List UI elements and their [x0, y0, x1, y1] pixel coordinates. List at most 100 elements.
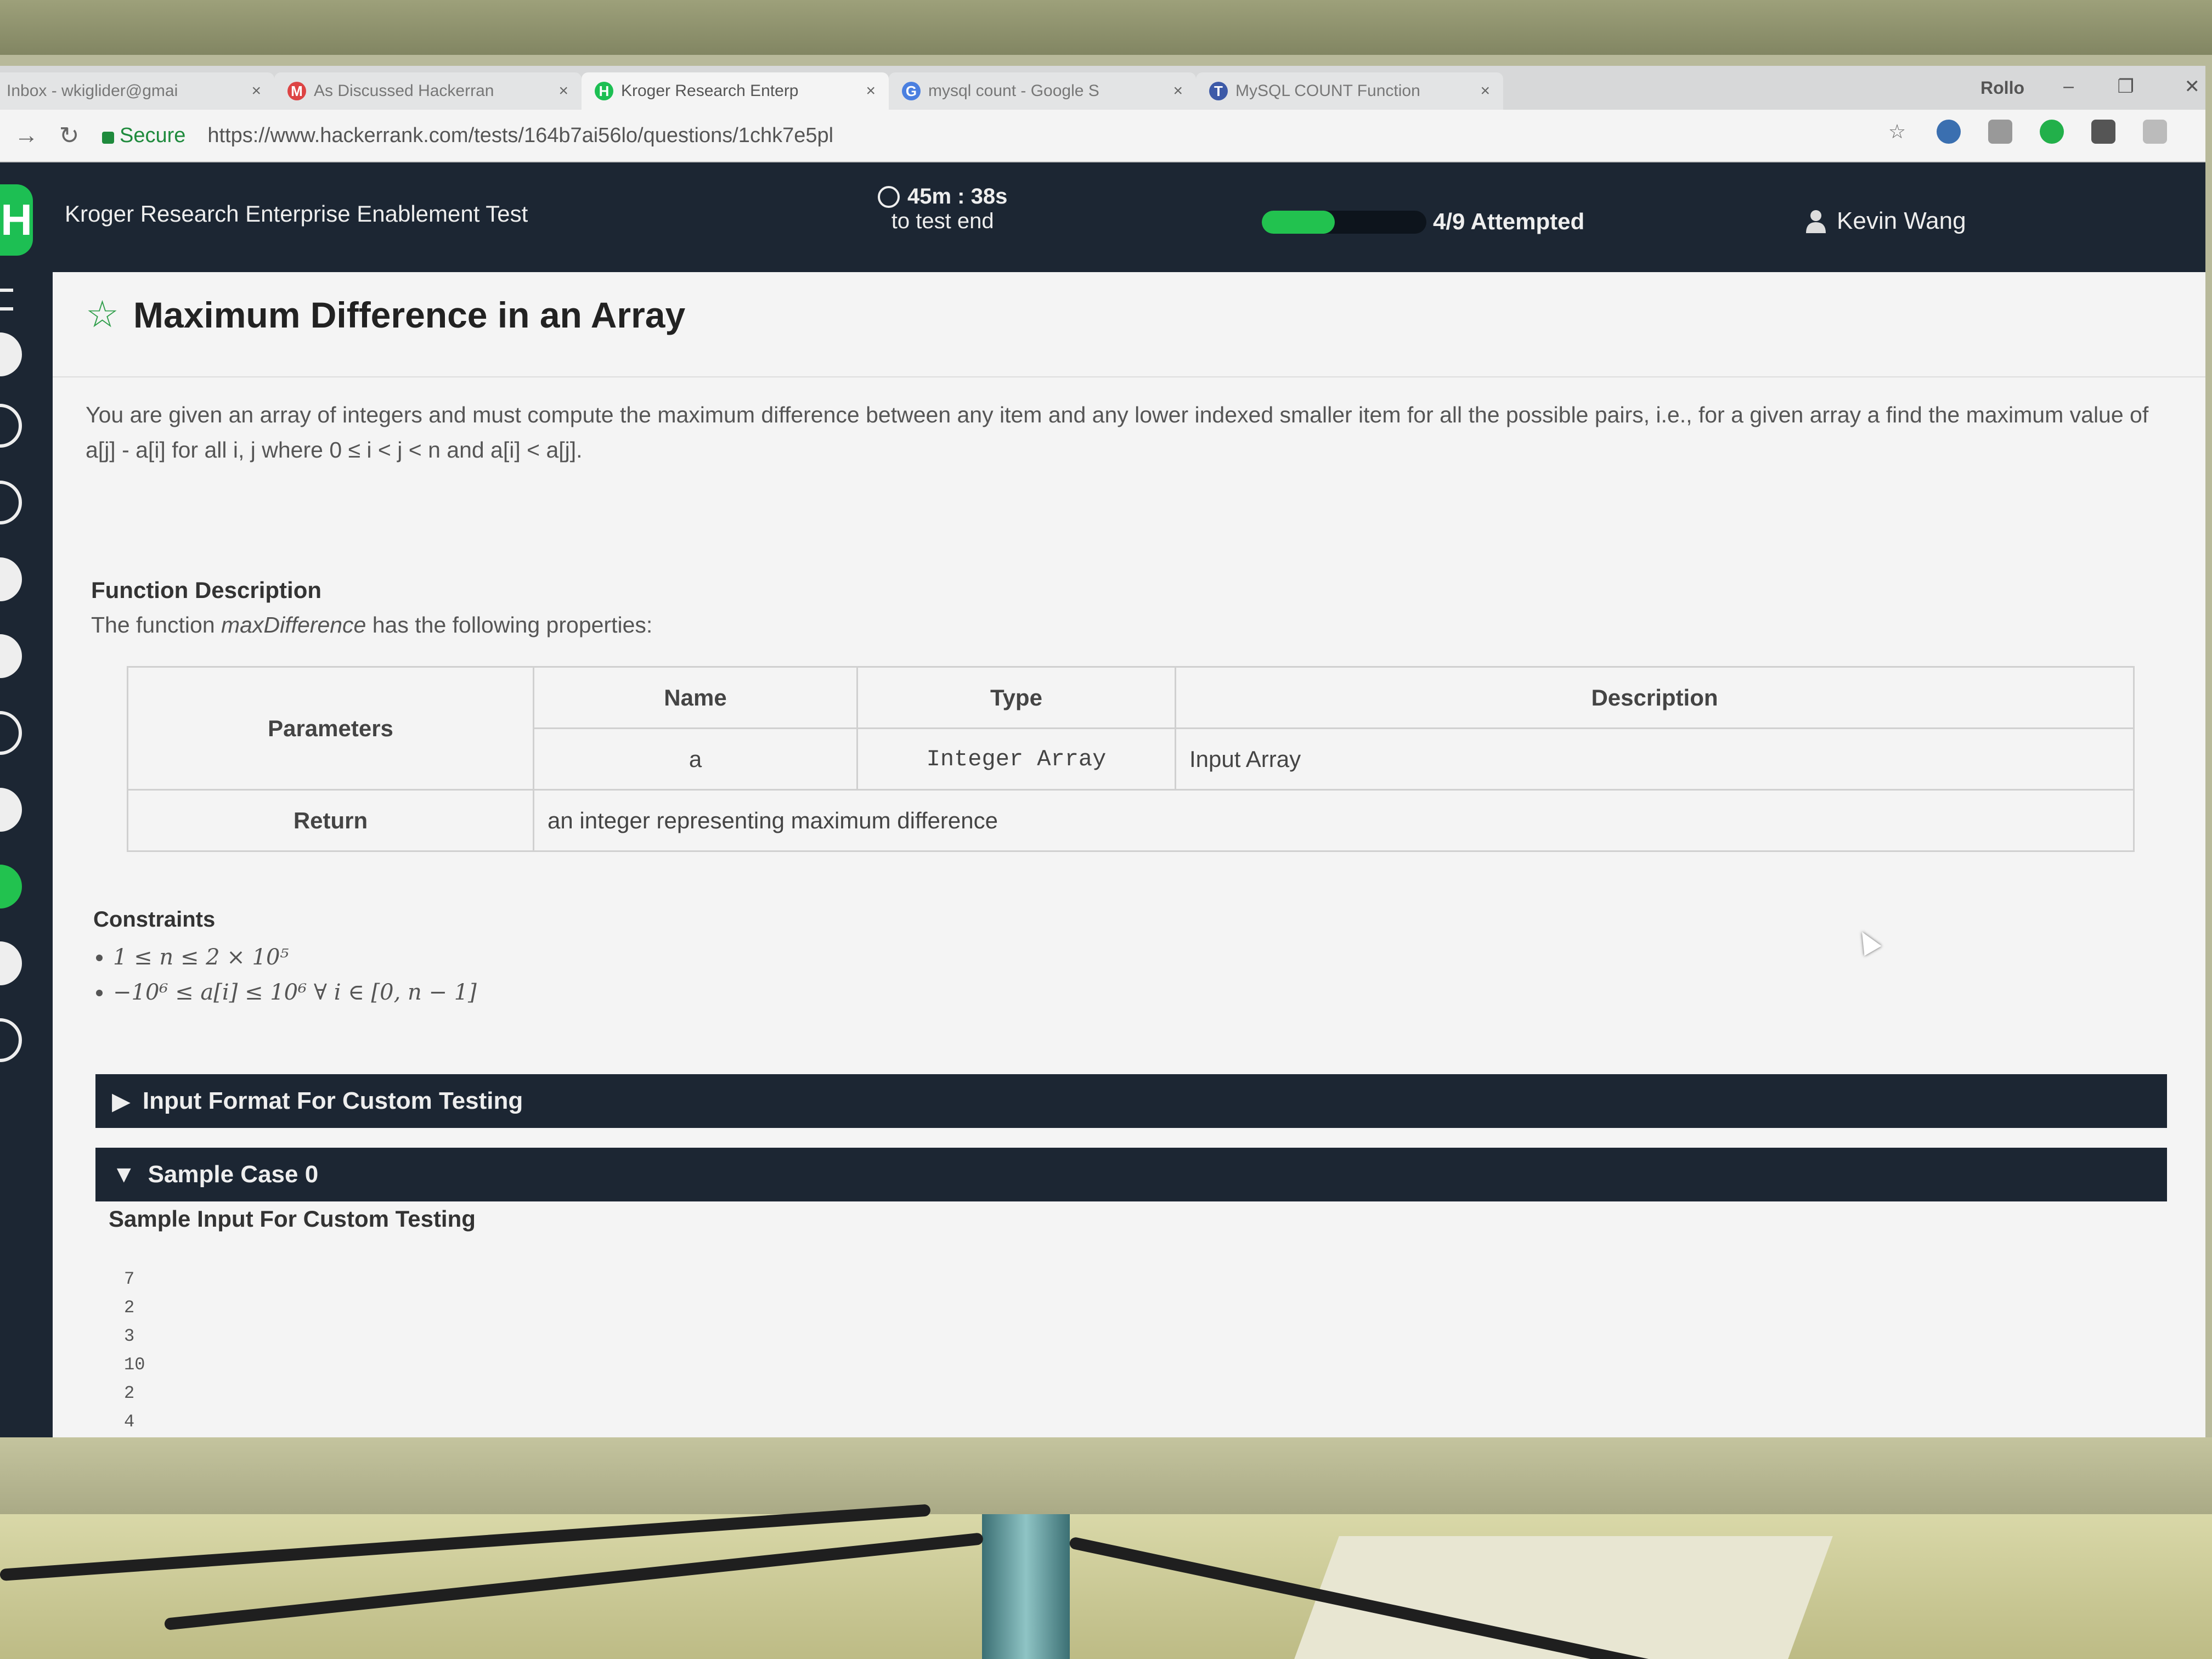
question-header: ☆ Maximum Difference in an Array: [86, 293, 685, 336]
attempt-progress-bar: [1262, 211, 1426, 234]
tab-close-icon[interactable]: ×: [1173, 82, 1183, 100]
gmail-icon: M: [287, 82, 306, 100]
sample-input-heading: Sample Input For Custom Testing: [109, 1206, 476, 1232]
browser-tab[interactable]: M As Discussed Hackerran ×: [274, 72, 582, 110]
tab-label: Inbox - wkiglider@gmai: [7, 82, 178, 100]
input-format-toggle[interactable]: ▶ Input Format For Custom Testing: [95, 1074, 2167, 1128]
browser-profile-name[interactable]: Rollo: [1980, 78, 2024, 98]
problem-description: You are given an array of integers and m…: [86, 402, 2149, 462]
tab-close-icon[interactable]: ×: [1480, 82, 1490, 100]
progress-fill: [1262, 211, 1335, 234]
test-header: H Kroger Research Enterprise Enablement …: [0, 162, 2205, 272]
user-name: Kevin Wang: [1837, 207, 1966, 234]
table-row: Return an integer representing maximum d…: [127, 789, 2135, 852]
forward-icon[interactable]: →: [10, 122, 43, 149]
question-nav-item[interactable]: [0, 557, 22, 601]
question-nav-item[interactable]: [0, 481, 22, 524]
menu-icon[interactable]: [0, 289, 13, 311]
browser-tab-bar: M Inbox - wkiglider@gmai × M As Discusse…: [0, 66, 2205, 110]
parameters-label: Parameters: [127, 666, 534, 791]
return-description: an integer representing maximum differen…: [533, 789, 2135, 852]
question-title: Maximum Difference in an Array: [133, 294, 686, 335]
question-nav-item[interactable]: [0, 634, 22, 678]
sample-input-line: 4: [124, 1412, 135, 1432]
question-content: ☆ Maximum Difference in an Array You are…: [53, 272, 2205, 1437]
constraints-list: 1 ≤ n ≤ 2 × 10⁵ −10⁶ ≤ a[i] ≤ 10⁶ ∀ i ∈ …: [113, 945, 477, 1015]
browser-tab[interactable]: T MySQL COUNT Function ×: [1196, 72, 1503, 110]
download-icon[interactable]: [1988, 120, 2012, 144]
question-nav-item-current[interactable]: [0, 865, 22, 909]
function-properties-table: Parameters Name Type Description a Integ…: [127, 666, 2135, 852]
question-nav-item[interactable]: [0, 711, 22, 755]
secure-label: Secure: [120, 123, 186, 147]
browser-tab[interactable]: M Inbox - wkiglider@gmai ×: [0, 72, 274, 110]
question-nav-item[interactable]: [0, 1018, 22, 1062]
question-nav-item[interactable]: [0, 332, 22, 376]
sample-case-label: Sample Case 0: [148, 1161, 319, 1188]
sample-input-line: 7: [124, 1269, 135, 1289]
caret-down-icon: ▼: [112, 1161, 136, 1188]
monitor-screen: M Inbox - wkiglider@gmai × M As Discusse…: [0, 66, 2205, 1437]
secure-indicator[interactable]: Secure: [102, 124, 185, 148]
timer-value: 45m : 38s: [907, 184, 1008, 208]
reload-icon[interactable]: ↻: [53, 122, 86, 150]
param-description: Input Array: [1175, 727, 2135, 791]
address-bar: → ↻ Secure https://www.hackerrank.com/te…: [0, 110, 2205, 162]
return-label: Return: [127, 789, 534, 852]
browser-tab[interactable]: G mysql count - Google S ×: [889, 72, 1196, 110]
function-name: maxDifference: [221, 612, 366, 637]
column-header-description: Description: [1175, 666, 2135, 729]
test-title: Kroger Research Enterprise Enablement Te…: [65, 201, 528, 227]
caret-right-icon: ▶: [112, 1087, 131, 1115]
column-header-name: Name: [533, 666, 858, 729]
test-timer: 45m : 38s to test end: [878, 184, 1007, 234]
tab-label: Kroger Research Enterp: [621, 82, 799, 100]
tab-label: MySQL COUNT Function: [1235, 82, 1420, 100]
function-text-pre: The function: [91, 612, 222, 637]
close-window-icon[interactable]: ✕: [2185, 76, 2200, 98]
param-type: Integer Array: [856, 727, 1176, 791]
desk-surface: [0, 1514, 2212, 1659]
param-name: a: [533, 727, 858, 791]
tab-label: mysql count - Google S: [928, 82, 1099, 100]
user-icon: [1806, 210, 1826, 233]
question-sidebar: [0, 272, 53, 1437]
google-icon: G: [902, 82, 921, 100]
tab-close-icon[interactable]: ×: [558, 82, 568, 100]
tab-close-icon[interactable]: ×: [866, 82, 876, 100]
constraints-heading: Constraints: [93, 907, 216, 932]
table-row: Parameters Name Type Description: [127, 666, 2135, 791]
clock-icon: [878, 185, 900, 208]
restore-icon[interactable]: ❐: [2118, 76, 2134, 98]
extension-icon[interactable]: [1937, 120, 1961, 144]
browser-tab-active[interactable]: H Kroger Research Enterp ×: [582, 72, 889, 110]
extension-icon[interactable]: [2091, 120, 2115, 144]
minimize-icon[interactable]: –: [2063, 76, 2074, 97]
monitor-bezel-bottom: [0, 1437, 2212, 1520]
question-nav-item[interactable]: [0, 941, 22, 985]
extension-icon[interactable]: [2143, 120, 2167, 144]
extension-icon[interactable]: [2040, 120, 2064, 144]
monitor-stand: [982, 1514, 1070, 1659]
sample-input-line: 2: [124, 1297, 135, 1318]
bookmark-star-icon[interactable]: ☆: [1885, 120, 1909, 144]
extension-icons: ☆: [1885, 120, 2167, 144]
divider: [53, 376, 2205, 377]
column-header-type: Type: [856, 666, 1176, 729]
constraint-item: 1 ≤ n ≤ 2 × 10⁵: [113, 945, 477, 970]
sample-case-toggle[interactable]: ▼ Sample Case 0: [95, 1148, 2167, 1201]
hackerrank-logo[interactable]: H: [0, 184, 33, 256]
tab-close-icon[interactable]: ×: [251, 82, 261, 100]
function-description-heading: Function Description: [91, 577, 321, 603]
lock-icon: [102, 132, 114, 144]
star-icon[interactable]: ☆: [86, 293, 119, 336]
input-format-label: Input Format For Custom Testing: [142, 1087, 523, 1114]
timer-label: to test end: [891, 209, 994, 233]
user-menu[interactable]: Kevin Wang: [1805, 207, 1966, 235]
question-nav-item[interactable]: [0, 404, 22, 448]
function-description-text: The function maxDifference has the follo…: [91, 612, 652, 638]
hackerrank-icon: H: [595, 82, 613, 100]
sample-input-line: 2: [124, 1383, 135, 1403]
question-nav-item[interactable]: [0, 788, 22, 832]
url-field[interactable]: https://www.hackerrank.com/tests/164b7ai…: [207, 124, 833, 148]
